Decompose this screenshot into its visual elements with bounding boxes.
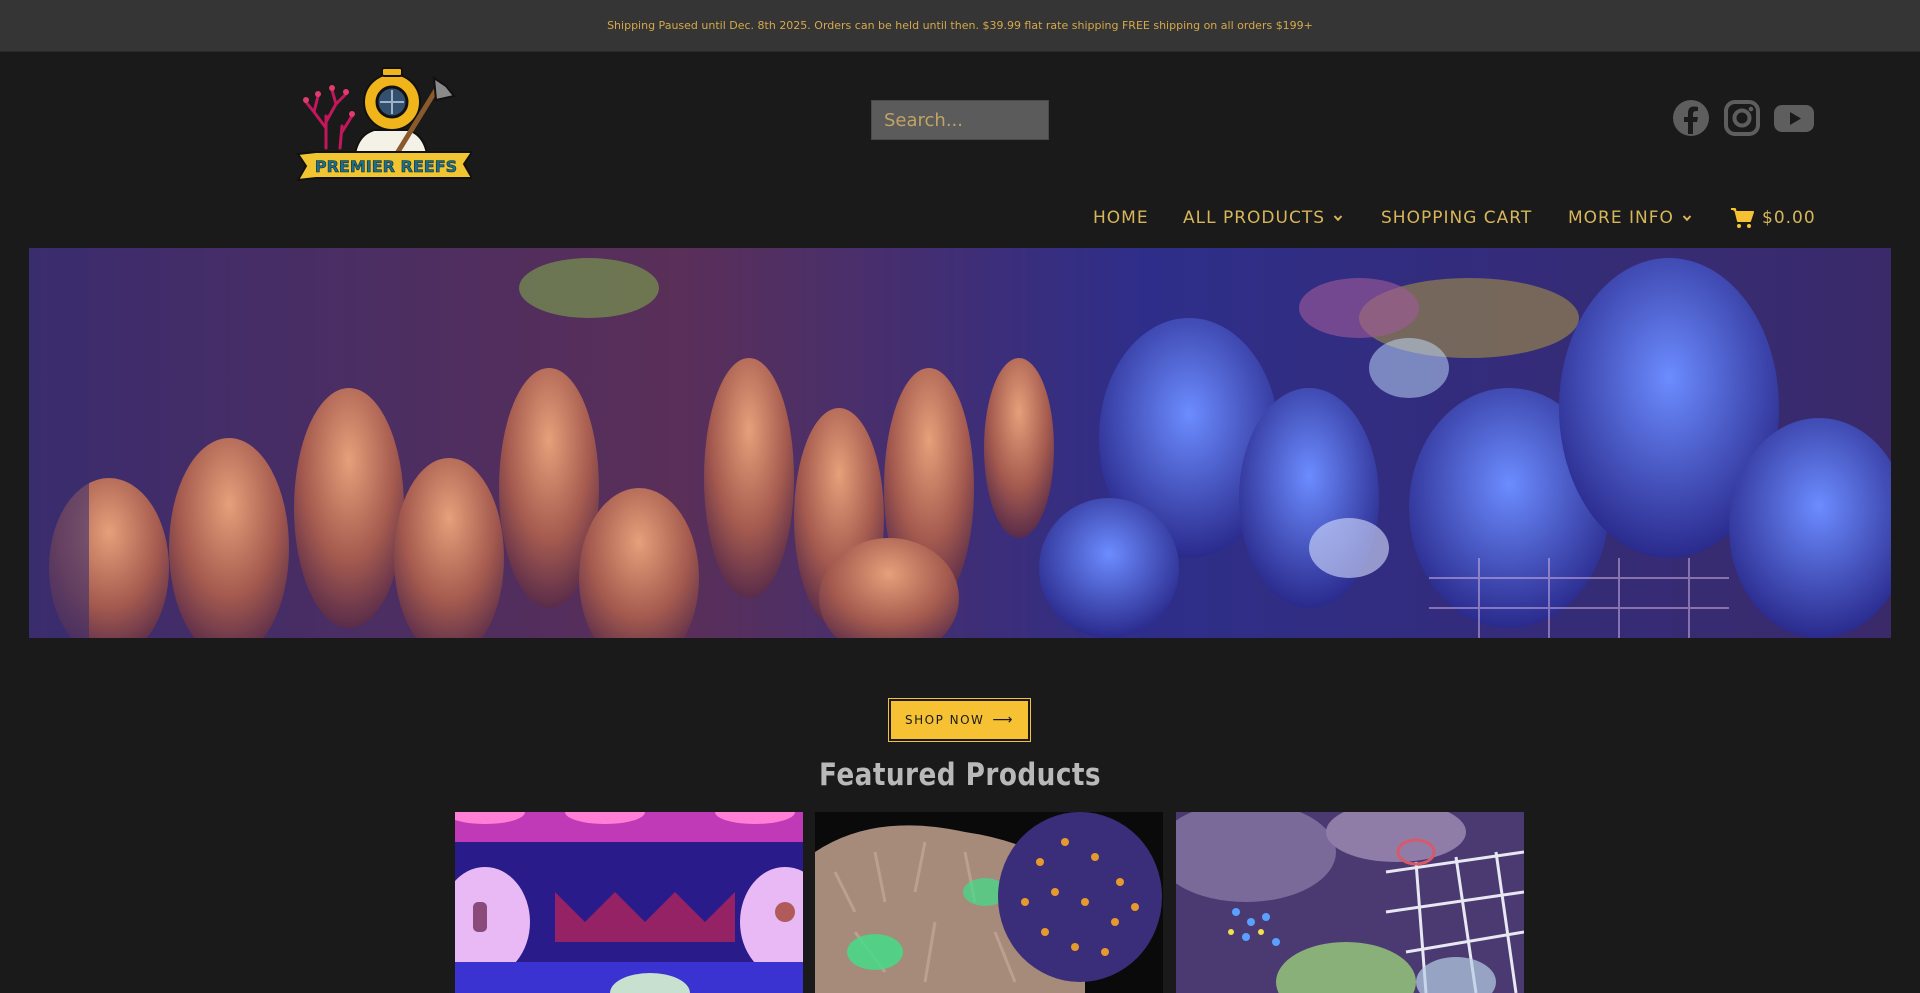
shop-now-button[interactable]: SHOP NOW ⟶: [888, 698, 1031, 742]
site-logo[interactable]: PREMIER REEFS: [296, 56, 474, 186]
announcement-bar: Shipping Paused until Dec. 8th 2025. Ord…: [0, 0, 1920, 52]
nav-all-products[interactable]: ALL PRODUCTS: [1183, 206, 1343, 230]
hero-banner-image: [29, 248, 1891, 638]
nav-home-label: HOME: [1093, 208, 1149, 228]
shop-now-label: SHOP NOW: [904, 713, 985, 727]
shopping-cart-icon: [1731, 208, 1754, 228]
nav-more-info-label: MORE INFO: [1568, 208, 1674, 228]
nav-shopping-cart-label: SHOPPING CART: [1381, 208, 1533, 228]
chevron-down-icon: [1682, 215, 1692, 222]
featured-products-heading: Featured Products: [818, 757, 1101, 793]
facebook-icon[interactable]: [1671, 98, 1711, 138]
product-card-image[interactable]: [815, 812, 1163, 993]
product-card-image[interactable]: [455, 812, 803, 993]
logo-wordmark: PREMIER REEFS: [315, 157, 457, 176]
nav-shopping-cart[interactable]: SHOPPING CART: [1381, 206, 1532, 230]
chevron-down-icon: [1333, 215, 1343, 222]
nav-home[interactable]: HOME: [1093, 206, 1149, 230]
nav-all-products-label: ALL PRODUCTS: [1183, 208, 1325, 228]
nav-more-info[interactable]: MORE INFO: [1568, 206, 1692, 230]
arrow-right-icon: ⟶: [992, 712, 1014, 728]
instagram-icon[interactable]: [1722, 98, 1762, 138]
youtube-icon[interactable]: [1773, 98, 1815, 138]
nav-cart-total[interactable]: $0.00: [1730, 206, 1816, 230]
product-card-image[interactable]: [1176, 812, 1524, 993]
announcement-text: Shipping Paused until Dec. 8th 2025. Ord…: [607, 19, 1313, 32]
search-input[interactable]: [871, 100, 1049, 140]
cart-total: $0.00: [1762, 208, 1816, 228]
